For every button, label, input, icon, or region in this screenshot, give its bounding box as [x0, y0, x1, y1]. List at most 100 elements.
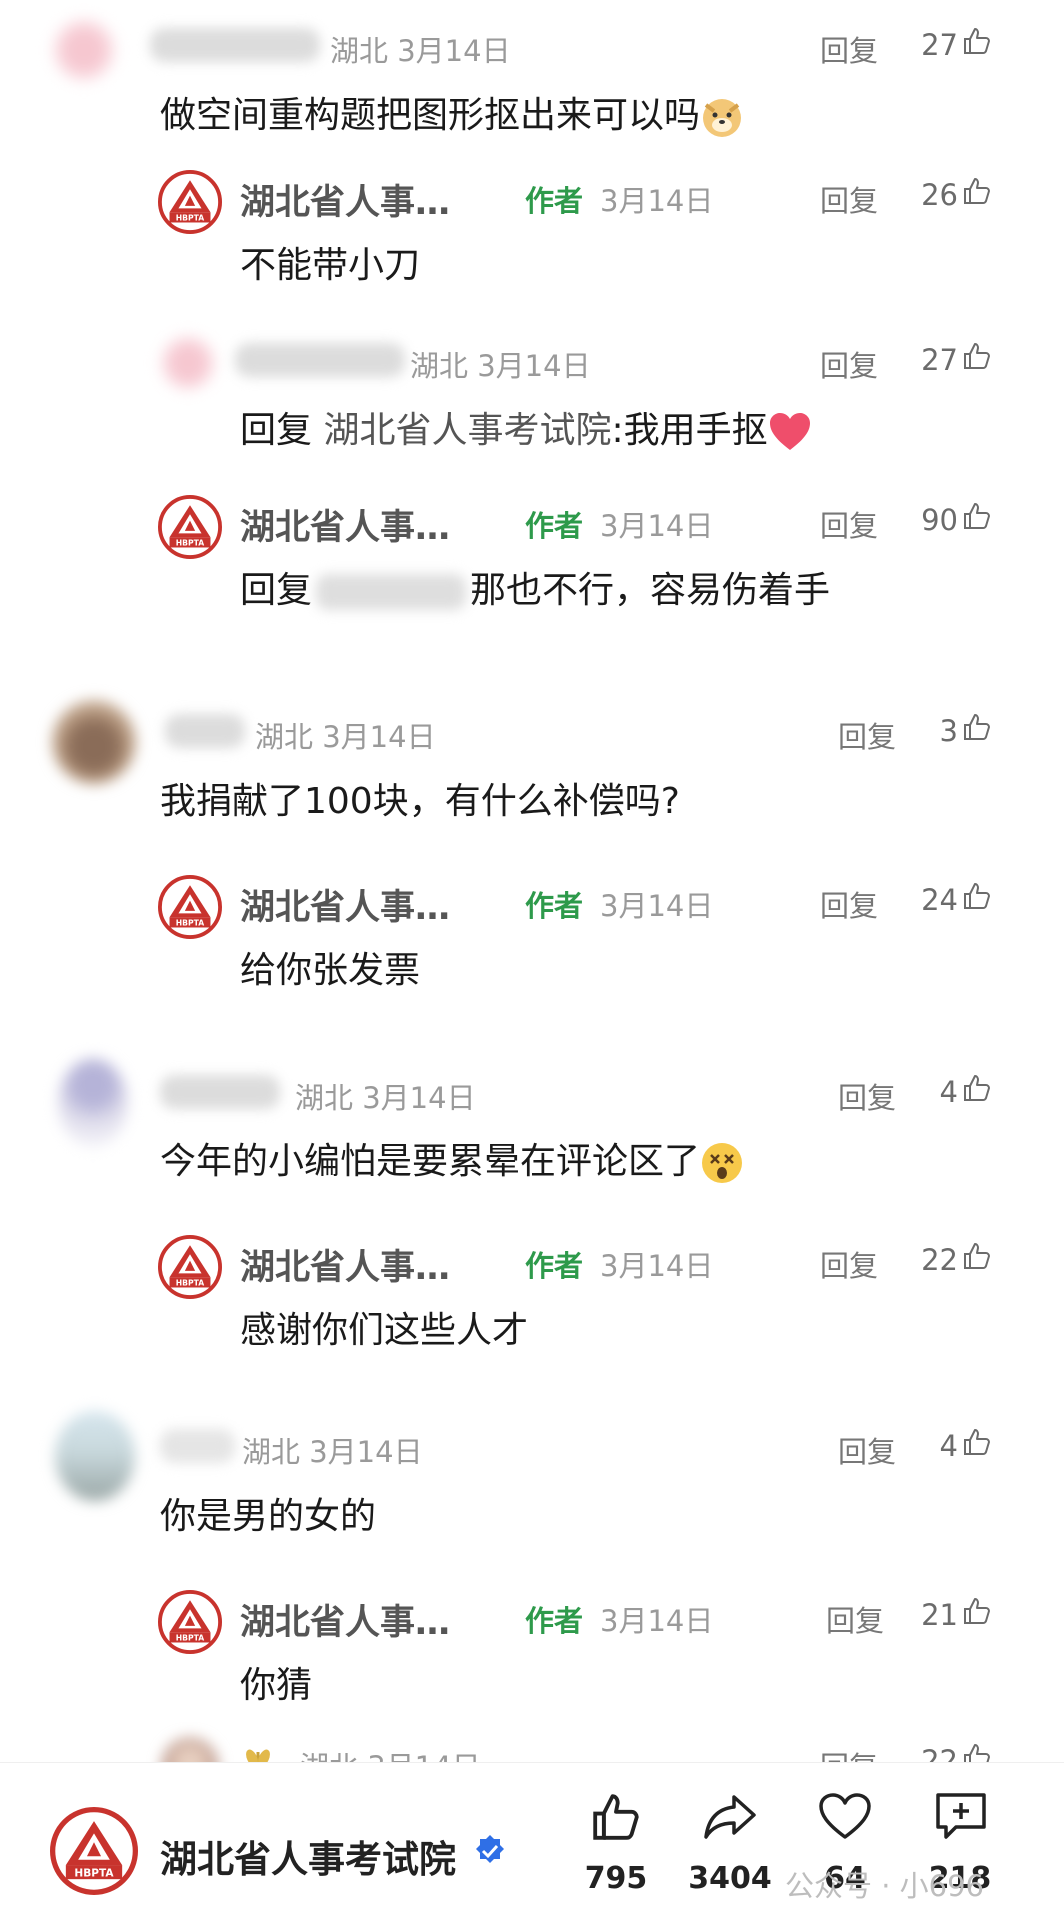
username-blurred[interactable]	[150, 28, 320, 62]
account-logo-avatar[interactable]	[50, 1807, 138, 1895]
comment-add-icon[interactable]	[934, 1791, 988, 1843]
comment-text: 回复 那也不行，容易伤着手	[240, 570, 831, 611]
avatar[interactable]	[160, 335, 216, 391]
like-count: 22	[921, 1243, 958, 1277]
comment-text: 做空间重构题把图形抠出来可以吗	[160, 86, 744, 139]
like-count: 4	[939, 1429, 958, 1463]
author-tag: 作者	[525, 889, 584, 923]
avatar[interactable]	[55, 1411, 135, 1501]
author-name[interactable]: 湖北省人事…	[240, 1239, 450, 1290]
comment-meta: 湖北 3月14日	[242, 1435, 423, 1469]
reply-button[interactable]: 回复	[820, 1243, 878, 1285]
comment-meta: 湖北 3月14日	[300, 1744, 481, 1762]
thumbs-up-icon[interactable]	[962, 341, 992, 371]
mention-link[interactable]: 湖北省人事考试院	[323, 410, 611, 451]
comment-date: 3月14日	[600, 509, 714, 543]
thumbs-up-icon[interactable]	[590, 1791, 642, 1843]
heart-emoji-icon	[769, 413, 810, 450]
like-count: 3	[939, 714, 958, 748]
thumbs-up-icon[interactable]	[962, 1742, 992, 1762]
reply-button[interactable]: 回复	[820, 178, 878, 220]
author-logo-avatar[interactable]	[158, 495, 222, 559]
author-tag: 作者	[525, 509, 584, 543]
reply-button[interactable]: 回复	[838, 1429, 896, 1471]
author-name[interactable]: 湖北省人事…	[240, 499, 450, 550]
comment-date: 3月14日	[600, 889, 714, 923]
dizzy-face-emoji-icon	[702, 1143, 743, 1183]
reply-button[interactable]: 回复	[820, 503, 878, 545]
comment-text: 不能带小刀	[240, 245, 421, 286]
thumbs-up-icon[interactable]	[962, 1427, 992, 1457]
author-tag: 作者	[525, 1604, 584, 1638]
avatar[interactable]	[162, 1738, 218, 1762]
comment-thread: 湖北 3月14日 回复 22	[0, 1720, 1064, 1762]
wheat-icon	[246, 1749, 270, 1762]
comment-text: 回复 湖北省人事考试院:我用手抠	[240, 401, 812, 453]
thumbs-up-icon[interactable]	[962, 1073, 992, 1103]
comment-meta: 湖北 3月14日	[295, 1081, 476, 1115]
username-blurred[interactable]	[160, 1075, 280, 1109]
author-tag: 作者	[525, 184, 584, 218]
bottom-action-bar: 湖北省人事考试院 795 3404 64 218 公众号 · 小696	[0, 1762, 1064, 1921]
comment-meta: 湖北 3月14日	[255, 720, 436, 754]
comment-date: 3月14日	[600, 1604, 714, 1638]
share-arrow-icon[interactable]	[702, 1791, 758, 1843]
username-blurred[interactable]	[235, 343, 405, 377]
comment-meta: 湖北 3月14日	[330, 34, 511, 68]
thumbs-up-icon[interactable]	[962, 1241, 992, 1271]
like-count: 4	[939, 1075, 958, 1109]
like-count: 24	[921, 883, 958, 917]
author-name[interactable]: 湖北省人事…	[240, 174, 450, 225]
thumbs-up-icon[interactable]	[962, 501, 992, 531]
reply-button[interactable]: 回复	[820, 883, 878, 925]
like-count: 90	[921, 503, 958, 537]
author-logo-avatar[interactable]	[158, 1235, 222, 1299]
author-name[interactable]: 湖北省人事…	[240, 879, 450, 930]
author-logo-avatar[interactable]	[158, 875, 222, 939]
author-logo-avatar[interactable]	[158, 170, 222, 234]
comment-text: 我捐献了100块，有什么补偿吗?	[160, 781, 680, 822]
author-reply: 湖北省人事… 作者 3月14日 回复 24 给你张发票	[0, 845, 1064, 1045]
like-count: 27	[921, 28, 958, 62]
share-total: 3404	[688, 1861, 772, 1896]
author-logo-avatar[interactable]	[158, 1590, 222, 1654]
reply-button[interactable]: 回复	[838, 1075, 896, 1117]
account-name[interactable]: 湖北省人事考试院	[160, 1829, 456, 1883]
username-blurred[interactable]	[160, 1429, 235, 1463]
comment-text: 感谢你们这些人才	[240, 1310, 529, 1351]
avatar[interactable]	[52, 18, 116, 82]
reply-button[interactable]: 回复	[820, 1744, 878, 1762]
watermark: 公众号 · 小696	[785, 1869, 985, 1903]
reply-button[interactable]: 回复	[838, 714, 896, 756]
username-blurred[interactable]	[165, 714, 245, 748]
reply-button[interactable]: 回复	[820, 343, 878, 385]
avatar[interactable]	[58, 1058, 128, 1148]
comment-text: 你猜	[240, 1665, 313, 1706]
comment-meta: 湖北 3月14日	[410, 349, 591, 383]
like-count: 26	[921, 178, 958, 212]
thumbs-up-icon[interactable]	[962, 176, 992, 206]
like-count: 22	[921, 1744, 958, 1762]
reply-button[interactable]: 回复	[826, 1598, 884, 1640]
thumbs-up-icon[interactable]	[962, 26, 992, 56]
author-reply: 湖北省人事… 作者 3月14日 回复 90 回复 那也不行，容易伤着手	[0, 465, 1064, 665]
author-name[interactable]: 湖北省人事…	[240, 1594, 450, 1645]
heart-icon[interactable]	[818, 1793, 872, 1841]
comment-date: 3月14日	[600, 184, 714, 218]
author-reply: 湖北省人事… 作者 3月14日 回复 22 感谢你们这些人才	[0, 1205, 1064, 1405]
like-count: 27	[921, 343, 958, 377]
verified-badge-icon	[476, 1835, 504, 1863]
doge-emoji-icon	[703, 99, 742, 137]
reply-button[interactable]: 回复	[820, 28, 878, 70]
like-count: 21	[921, 1598, 958, 1632]
mention-blurred[interactable]	[316, 574, 467, 610]
comment-text: 今年的小编怕是要累晕在评论区了	[160, 1132, 744, 1185]
thumbs-up-icon[interactable]	[962, 1596, 992, 1626]
thumbs-up-icon[interactable]	[962, 712, 992, 742]
like-total: 795	[584, 1861, 648, 1896]
comment-text: 你是男的女的	[160, 1496, 377, 1537]
comment-text: 给你张发票	[240, 950, 421, 991]
thumbs-up-icon[interactable]	[962, 881, 992, 911]
avatar[interactable]	[52, 700, 136, 784]
comment-date: 3月14日	[600, 1249, 714, 1283]
